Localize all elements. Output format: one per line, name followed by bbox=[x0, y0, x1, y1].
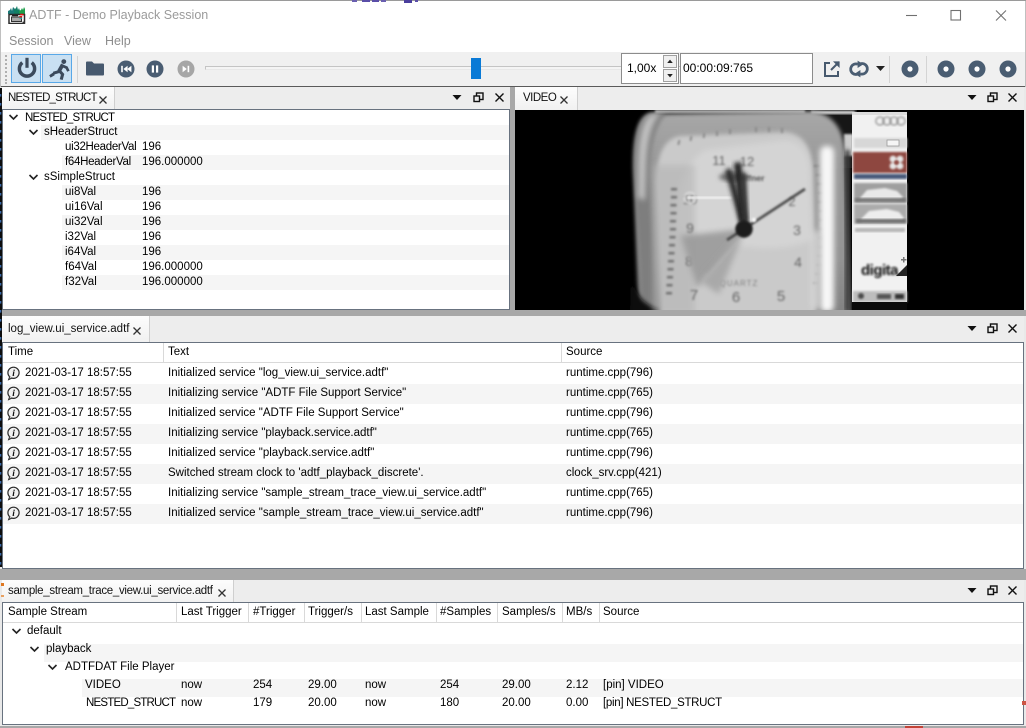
svg-text:i: i bbox=[12, 429, 15, 439]
svg-text:6: 6 bbox=[732, 289, 740, 306]
svg-text:i: i bbox=[12, 509, 15, 519]
svg-text:i: i bbox=[12, 469, 15, 479]
svg-text:5: 5 bbox=[777, 288, 785, 305]
svg-text:i: i bbox=[12, 489, 15, 499]
svg-text:11: 11 bbox=[712, 153, 726, 168]
svg-text:digita: digita bbox=[861, 262, 899, 279]
svg-text:7: 7 bbox=[690, 287, 698, 304]
svg-text:i: i bbox=[12, 449, 15, 459]
svg-text:4: 4 bbox=[794, 254, 802, 270]
svg-text:12: 12 bbox=[740, 154, 754, 169]
svg-text:i: i bbox=[12, 389, 15, 399]
svg-text:i: i bbox=[12, 409, 15, 419]
svg-text:i: i bbox=[12, 369, 15, 379]
svg-text:QUARTZ: QUARTZ bbox=[720, 279, 759, 288]
svg-text:9: 9 bbox=[686, 220, 694, 236]
svg-text:3: 3 bbox=[793, 222, 801, 238]
svg-text:ffner: ffner bbox=[746, 173, 766, 183]
